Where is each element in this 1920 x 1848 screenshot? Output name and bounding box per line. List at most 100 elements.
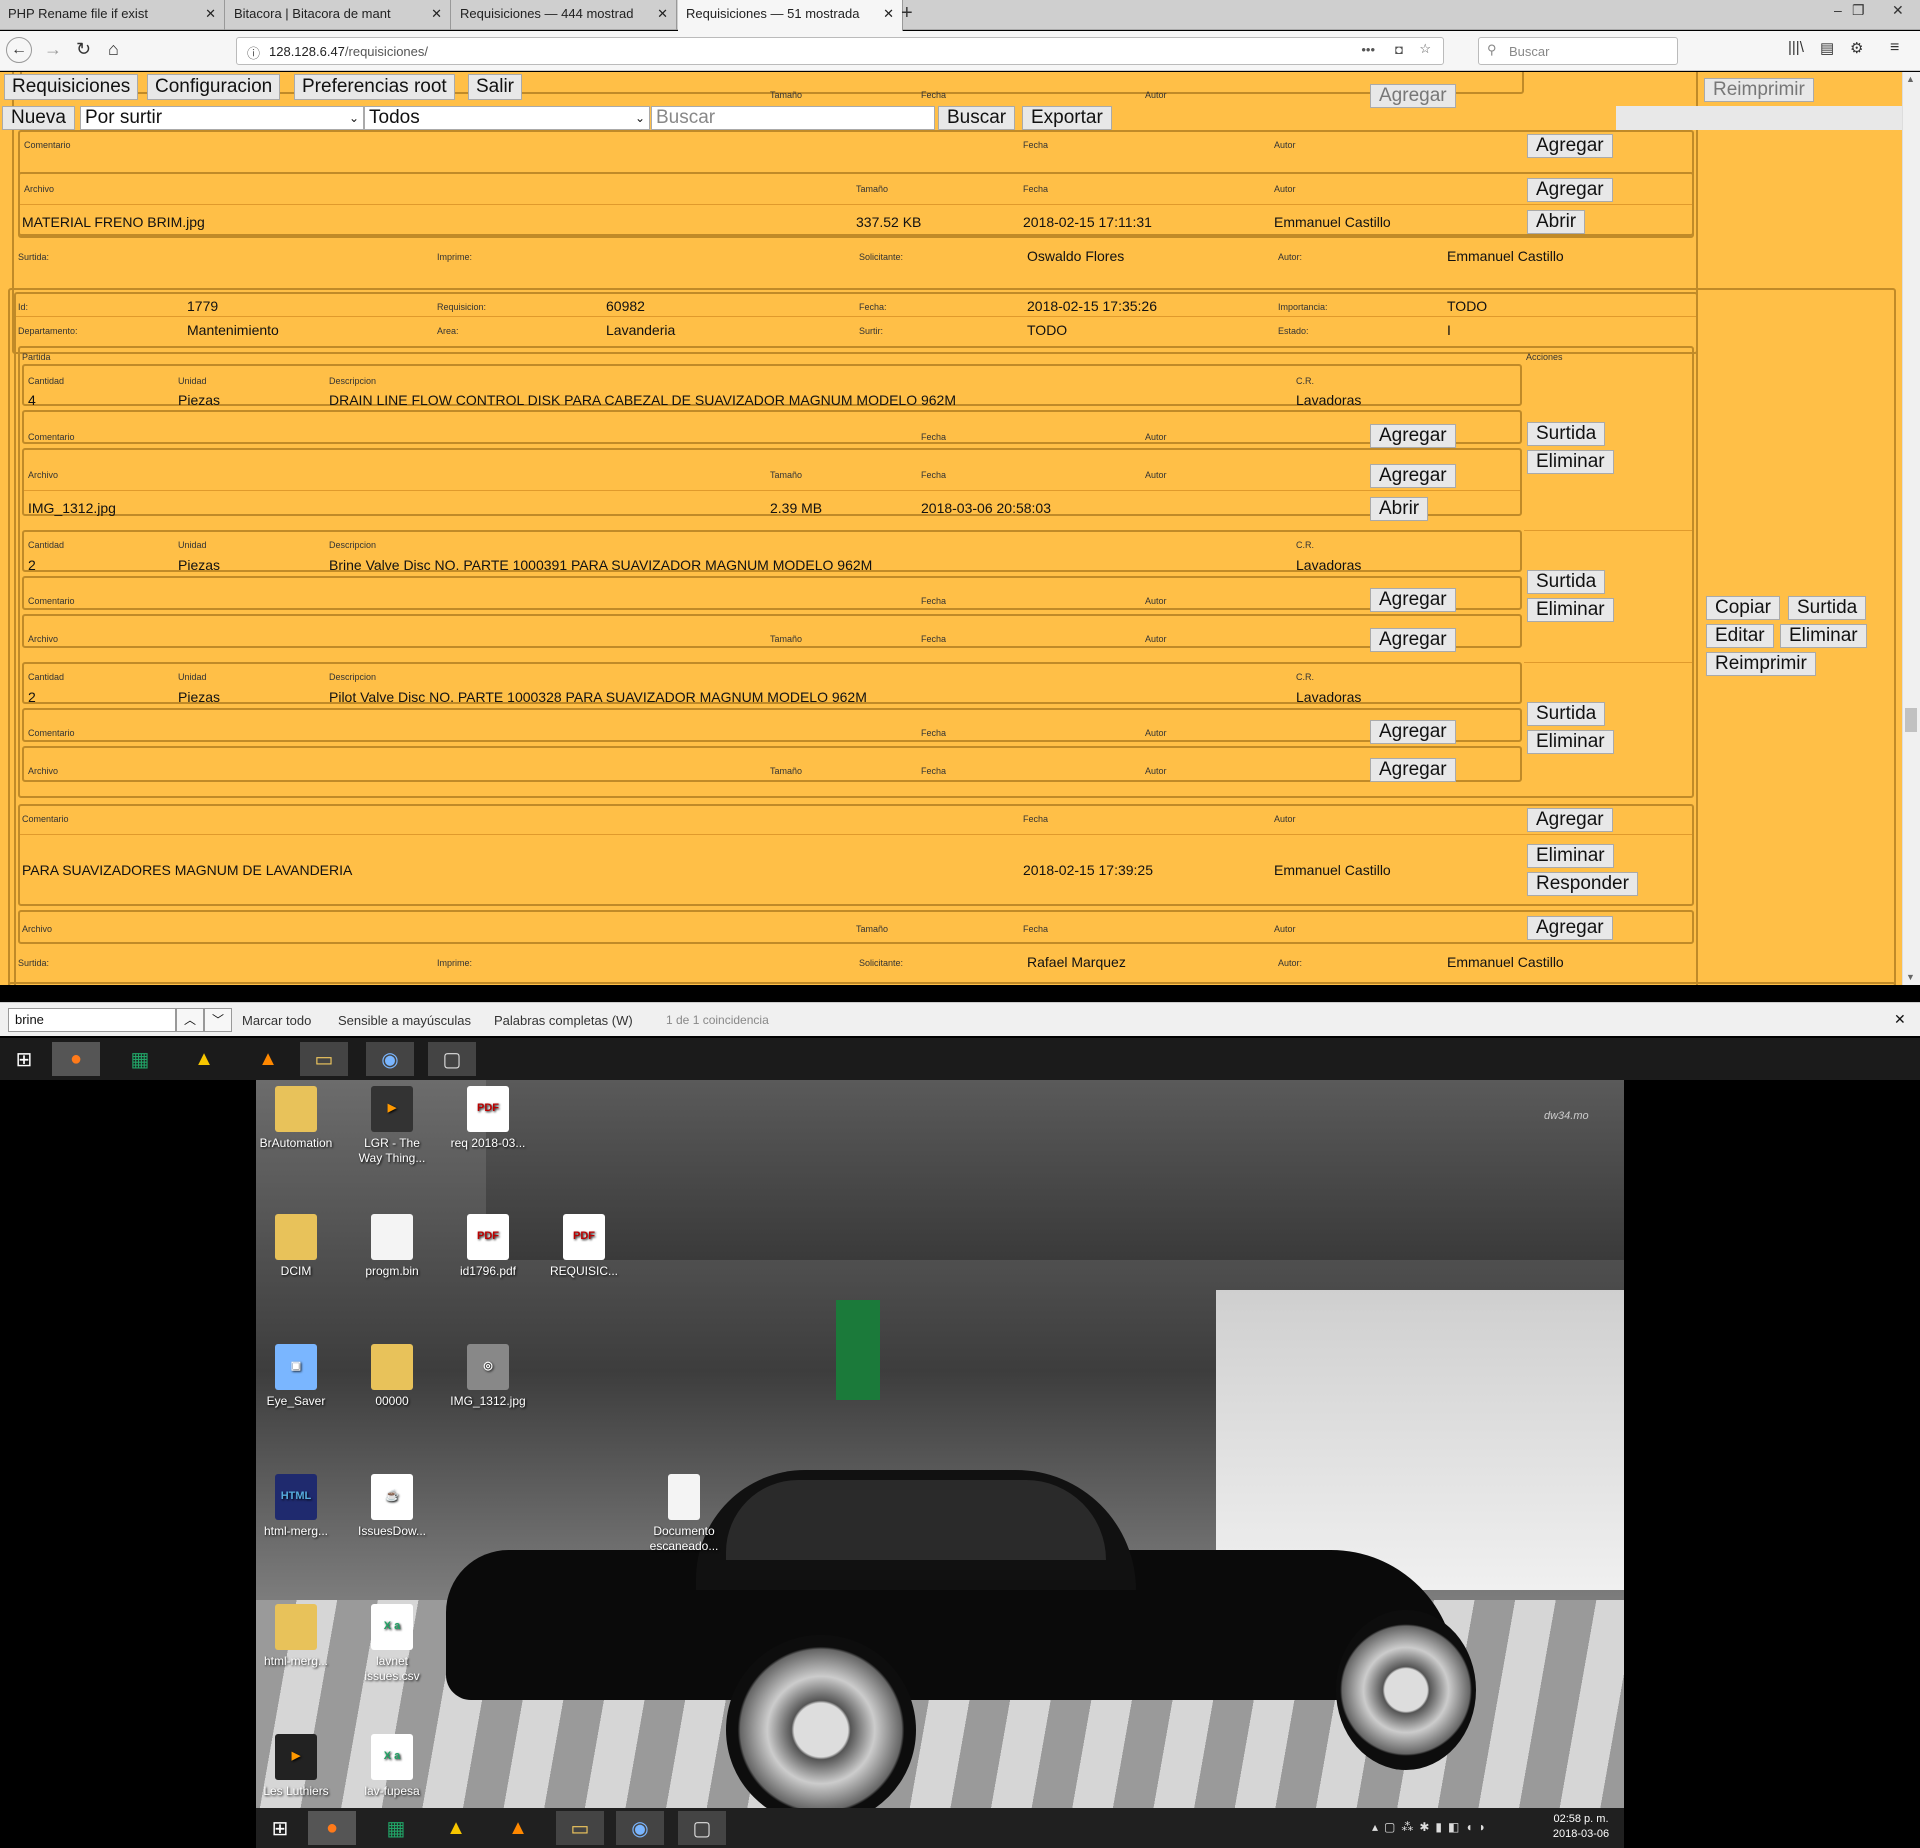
agregar-comment-button[interactable]: Agregar (1527, 808, 1613, 832)
agregar-file-button[interactable]: Agregar (1370, 464, 1456, 488)
new-tab-icon[interactable]: + (901, 2, 913, 25)
surtida-item-button[interactable]: Surtida (1527, 702, 1606, 726)
forward-icon[interactable]: → (44, 39, 62, 60)
agregar-file-button[interactable]: Agregar (1527, 178, 1613, 202)
marcar-todo-toggle[interactable]: Marcar todo (242, 1013, 311, 1028)
pocket-icon[interactable]: ◘ (1395, 42, 1403, 57)
scrollbar-thumb[interactable] (1905, 708, 1917, 732)
firefox-icon[interactable]: ● (308, 1811, 356, 1845)
desktop-icon-requisic[interactable]: PDF REQUISIC... (544, 1214, 624, 1279)
window-icon[interactable]: ▢ (678, 1811, 726, 1845)
system-tray-icons[interactable]: ▴▢⁂✱▮◧◖◗ (1372, 1820, 1492, 1834)
home-icon[interactable]: ⌂ (108, 39, 119, 60)
reimprimir-button[interactable]: Reimprimir (1704, 78, 1814, 102)
abrir-button[interactable]: Abrir (1527, 210, 1586, 234)
find-previous-icon[interactable]: ︿ (176, 1008, 204, 1032)
agregar-button[interactable]: Agregar (1370, 84, 1456, 108)
reload-icon[interactable]: ↻ (76, 39, 91, 60)
close-icon[interactable]: ✕ (883, 6, 894, 22)
aimp-icon[interactable]: ▲ (432, 1811, 480, 1845)
aimp-icon[interactable]: ▲ (180, 1042, 228, 1076)
whole-words-toggle[interactable]: Palabras completas (W) (494, 1013, 633, 1028)
close-icon[interactable]: ✕ (431, 6, 442, 22)
page-scrollbar[interactable] (1902, 72, 1920, 985)
desktop-icon-progm[interactable]: progm.bin (352, 1214, 432, 1279)
menu-requisiciones[interactable]: Requisiciones (4, 74, 139, 100)
surtida-item-button[interactable]: Surtida (1527, 570, 1606, 594)
desktop-icon-id1796[interactable]: PDF id1796.pdf (448, 1214, 528, 1279)
tab-php-rename[interactable]: PHP Rename file if exist ✕ (0, 0, 225, 30)
buscar-button[interactable]: Buscar (938, 106, 1016, 130)
desktop-icon-issuesdow[interactable]: ☕ IssuesDow... (352, 1474, 432, 1539)
abrir-button[interactable]: Abrir (1370, 497, 1429, 521)
url-bar[interactable]: ⓘ 128.128.6.47/requisiciones/ ••• ◘ ☆ (236, 37, 1444, 65)
eliminar-item-button[interactable]: Eliminar (1527, 598, 1614, 622)
start-windows-icon[interactable]: ⊞ (256, 1811, 304, 1845)
page-actions-icon[interactable]: ••• (1361, 42, 1375, 57)
agregar-comment-button[interactable]: Agregar (1527, 134, 1613, 158)
thunderbird-icon[interactable]: ◉ (616, 1811, 664, 1845)
library-icon[interactable]: |||\ (1788, 39, 1804, 56)
copiar-button[interactable]: Copiar (1706, 596, 1780, 620)
desktop-icon-html-merg-folder[interactable]: html-merg... (256, 1604, 336, 1669)
status-select[interactable]: Por surtir ⌄ (80, 106, 364, 130)
agregar-file-button[interactable]: Agregar (1370, 758, 1456, 782)
desktop-icon-eye-saver[interactable]: ▣ Eye_Saver (256, 1344, 336, 1409)
agregar-comment-button[interactable]: Agregar (1370, 588, 1456, 612)
find-input[interactable]: brine (8, 1008, 176, 1032)
tab-requisiciones-444[interactable]: Requisiciones — 444 mostrad ✕ (452, 0, 677, 30)
filter-select[interactable]: Todos ⌄ (364, 106, 650, 130)
surtida-item-button[interactable]: Surtida (1527, 422, 1606, 446)
desktop-icon-req[interactable]: PDF req 2018-03... (448, 1086, 528, 1151)
close-window-icon[interactable]: ✕ (1892, 2, 1904, 19)
vlc-icon[interactable]: ▲ (244, 1042, 292, 1076)
tab-requisiciones-51[interactable]: Requisiciones — 51 mostrada ✕ (678, 0, 903, 31)
menu-configuracion[interactable]: Configuracion (147, 74, 281, 100)
surtida-button[interactable]: Surtida (1788, 596, 1867, 620)
menu-preferencias-root[interactable]: Preferencias root (294, 74, 455, 100)
info-icon[interactable]: ⓘ (247, 43, 260, 62)
reimprimir-button[interactable]: Reimprimir (1706, 652, 1816, 676)
vlc-icon[interactable]: ▲ (494, 1811, 542, 1845)
scroll-up-icon[interactable]: ▲ (1906, 74, 1915, 84)
close-icon[interactable]: ✕ (1894, 1011, 1906, 1028)
scroll-down-icon[interactable]: ▼ (1906, 972, 1915, 982)
desktop-icon-les-luthiers[interactable]: ▶ Les Luthiers (256, 1734, 336, 1799)
search-box[interactable]: ⚲ Buscar (1478, 37, 1678, 65)
file-explorer-icon[interactable]: ▭ (556, 1811, 604, 1845)
agregar-file-button[interactable]: Agregar (1370, 628, 1456, 652)
close-icon[interactable]: ✕ (205, 6, 216, 22)
tab-bitacora[interactable]: Bitacora | Bitacora de mant ✕ (226, 0, 451, 30)
clock[interactable]: 02:58 p. m. 2018-03-06 (1546, 1812, 1616, 1843)
eliminar-comment-button[interactable]: Eliminar (1527, 844, 1614, 868)
excel-icon[interactable]: ▦ (372, 1811, 420, 1845)
find-next-icon[interactable]: ﹀ (204, 1008, 232, 1032)
eliminar-item-button[interactable]: Eliminar (1527, 450, 1614, 474)
desktop-icon-lavnet[interactable]: X a lavnet issues.csv (352, 1604, 432, 1684)
desktop-icon-dcim[interactable]: DCIM (256, 1214, 336, 1279)
case-sensitive-toggle[interactable]: Sensible a mayúsculas (338, 1013, 471, 1028)
nueva-button[interactable]: Nueva (2, 106, 75, 130)
minimize-icon[interactable]: – (1834, 2, 1842, 18)
agregar-file-button[interactable]: Agregar (1527, 916, 1613, 940)
eliminar-item-button[interactable]: Eliminar (1527, 730, 1614, 754)
firefox-icon[interactable]: ● (52, 1042, 100, 1076)
sidebar-icon[interactable]: ▤ (1820, 39, 1834, 57)
responder-button[interactable]: Responder (1527, 872, 1638, 896)
search-input[interactable]: Buscar (651, 106, 935, 130)
menu-icon[interactable]: ≡ (1890, 39, 1899, 57)
menu-salir[interactable]: Salir (468, 74, 523, 100)
back-icon[interactable]: ← (6, 37, 32, 63)
desktop-icon-html-merge[interactable]: HTML html-merg... (256, 1474, 336, 1539)
close-icon[interactable]: ✕ (657, 6, 668, 22)
desktop-icon-00000[interactable]: 00000 (352, 1344, 432, 1409)
desktop-icon-lgr[interactable]: ▶ LGR - The Way Thing... (352, 1086, 432, 1166)
exportar-button[interactable]: Exportar (1022, 106, 1112, 130)
desktop-icon-documento[interactable]: Documento escaneado... (644, 1474, 724, 1554)
extension-icon[interactable]: ⚙ (1850, 39, 1863, 57)
desktop-icon-brautomation[interactable]: BrAutomation (256, 1086, 336, 1151)
bookmark-star-icon[interactable]: ☆ (1419, 41, 1431, 57)
eliminar-button[interactable]: Eliminar (1780, 624, 1867, 648)
agregar-comment-button[interactable]: Agregar (1370, 720, 1456, 744)
window-icon[interactable]: ▢ (428, 1042, 476, 1076)
